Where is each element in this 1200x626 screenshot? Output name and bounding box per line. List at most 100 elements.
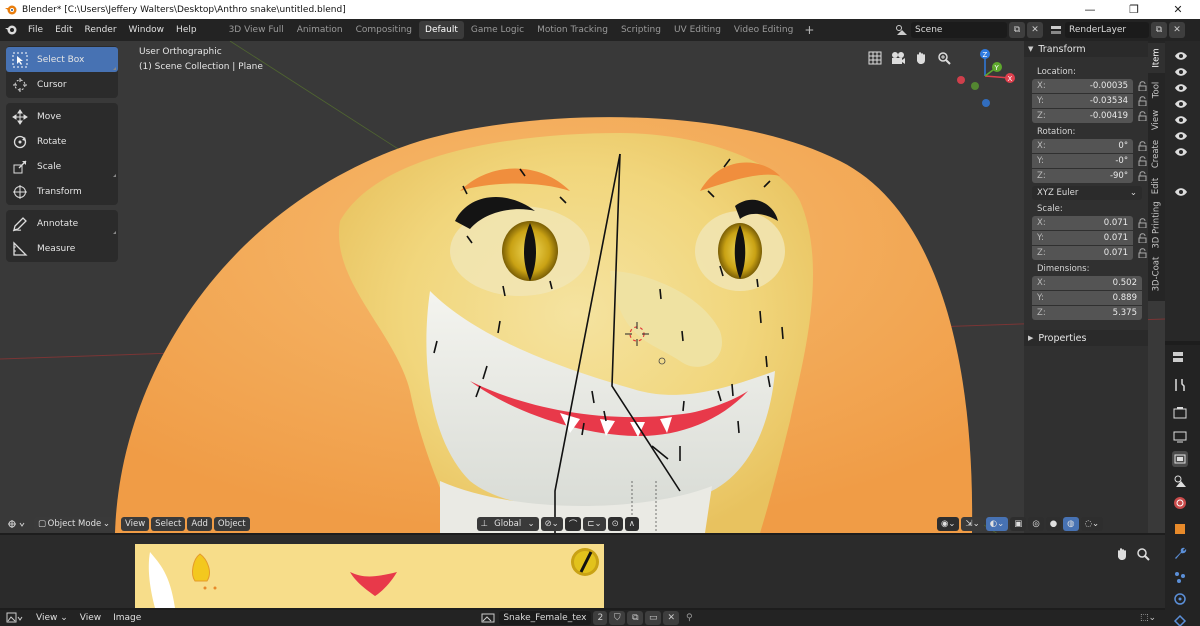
menu-edit[interactable]: Edit [49,19,78,41]
transform-panel-header[interactable]: ▼ Transform [1024,41,1148,57]
tab-default[interactable]: Default [419,21,464,39]
render-layer-field[interactable]: RenderLayer [1065,22,1149,38]
minimize-button[interactable]: — [1068,0,1112,19]
viewport-menu-view[interactable]: View [121,516,150,531]
overlay-toggle-icon[interactable]: ◐⌄ [985,516,1009,531]
shading-wireframe-icon[interactable]: ◎ [1028,516,1044,531]
sidebar-tab-edit[interactable]: Edit [1148,173,1165,199]
lock-icon[interactable] [1137,140,1148,152]
physics-icon[interactable] [1172,591,1188,607]
lock-icon[interactable] [1137,95,1148,107]
viewport-menu-add[interactable]: Add [187,516,212,531]
tab-animation[interactable]: Animation [291,21,349,39]
zoom-icon[interactable] [1134,545,1152,563]
snap-magnet-icon[interactable]: ⌒ [564,516,582,531]
pan-hand-icon[interactable] [1113,545,1131,563]
tab-game-logic[interactable]: Game Logic [465,21,530,39]
rotation-x-field[interactable]: X: 0° [1032,138,1134,153]
proportional-falloff-icon[interactable]: ∧ [624,516,639,531]
lock-icon[interactable] [1137,155,1148,167]
lock-icon[interactable] [1137,80,1148,92]
open-image-folder-icon[interactable]: ▭ [645,611,662,625]
move-tool[interactable]: Move [6,104,118,129]
tab-uv-editing[interactable]: UV Editing [668,21,727,39]
new-image-icon[interactable]: ⧉ [627,611,644,625]
image-view-menu-1[interactable]: View ⌄ [30,610,74,626]
dimensions-x-field[interactable]: X: 0.502 [1032,275,1142,290]
image-editor-type-icon[interactable] [0,612,30,624]
location-x-field[interactable]: X: -0.00035 [1032,78,1134,93]
lock-icon[interactable] [1137,217,1148,229]
fake-user-shield-icon[interactable]: ⛉ [609,611,626,625]
eye-icon[interactable] [1175,83,1187,93]
pan-hand-icon[interactable] [911,48,931,68]
lock-icon[interactable] [1137,232,1148,244]
annotate-tool[interactable]: Annotate [6,211,118,236]
image-view-menu-2[interactable]: View [74,610,107,626]
eye-icon[interactable] [1175,131,1187,141]
render-properties-icon[interactable] [1172,405,1188,421]
scale-z-field[interactable]: Z: 0.071 [1032,245,1134,260]
eye-icon[interactable] [1175,67,1187,77]
sidebar-tab-3d-coat[interactable]: 3D-Coat [1148,253,1165,295]
image-menu[interactable]: Image [107,610,147,626]
shading-rendered-icon[interactable]: ◌⌄ [1080,516,1104,531]
viewport-menu-object[interactable]: Object [213,516,250,531]
tool-settings-icon[interactable] [1172,377,1188,393]
scene-name-field[interactable]: Scene [911,22,1007,38]
scene-remove-icon[interactable]: ✕ [1027,22,1043,38]
sidebar-tab-3d-printing[interactable]: 3D Printing [1148,199,1165,251]
render-layer-icon[interactable] [1047,24,1065,36]
image-editor-mode-icon[interactable]: ⬚⌄ [1131,613,1165,623]
3d-viewport[interactable]: Z X Y User Orthographic (1) Scene Collec… [0,41,1165,533]
visibility-selectability-icon[interactable]: ◉⌄ [936,516,960,531]
view-layer-properties-icon[interactable] [1172,451,1188,467]
sidebar-tab-tool[interactable]: Tool [1148,75,1165,105]
dimensions-y-field[interactable]: Y: 0.889 [1032,290,1142,305]
scene-icon[interactable] [893,24,911,36]
unlink-image-icon[interactable]: ✕ [663,611,680,625]
eye-icon[interactable] [1175,115,1187,125]
menu-window[interactable]: Window [123,19,171,41]
toggle-grid-icon[interactable] [865,48,885,68]
add-workspace-button[interactable]: + [800,23,818,37]
eye-icon[interactable] [1175,51,1187,61]
viewport-menu-select[interactable]: Select [151,516,186,531]
camera-view-icon[interactable] [888,48,908,68]
texture-image-canvas[interactable] [135,544,604,608]
select-box-tool[interactable]: Select Box [6,47,118,72]
tab-scripting[interactable]: Scripting [615,21,667,39]
rotation-z-field[interactable]: Z: -90° [1032,168,1134,183]
sidebar-tab-item[interactable]: Item [1148,43,1165,73]
xray-toggle-icon[interactable]: ▣ [1010,516,1027,531]
eye-icon[interactable] [1175,187,1187,197]
image-browse-icon[interactable] [477,613,499,623]
particles-icon[interactable] [1172,569,1188,585]
location-z-field[interactable]: Z: -0.00419 [1032,108,1134,123]
scale-y-field[interactable]: Y: 0.071 [1032,230,1134,245]
cursor-tool[interactable]: Cursor [6,72,118,97]
pin-icon[interactable]: ⚲ [679,613,699,623]
blender-menu-button[interactable] [0,19,22,41]
dimensions-z-field[interactable]: Z: 5.375 [1032,305,1142,320]
navigation-gizmo[interactable]: Z X Y [957,49,1015,107]
rotate-tool[interactable]: Rotate [6,129,118,154]
pivot-point-icon[interactable]: ⊘⌄ [540,516,563,531]
editor-type-selector[interactable] [0,518,34,530]
tab-video-editing[interactable]: Video Editing [728,21,799,39]
shading-material-icon[interactable]: ◍ [1063,516,1079,531]
scale-x-field[interactable]: X: 0.071 [1032,215,1134,230]
scale-tool[interactable]: Scale [6,154,118,179]
rotation-y-field[interactable]: Y: -0° [1032,153,1134,168]
constraints-icon[interactable] [1172,613,1188,626]
tab-3d-view-full[interactable]: 3D View Full [223,21,290,39]
transform-tool[interactable]: Transform [6,179,118,204]
sidebar-tab-view[interactable]: View [1148,105,1165,135]
render-layer-remove-icon[interactable]: ✕ [1169,22,1185,38]
menu-file[interactable]: File [22,19,49,41]
lock-icon[interactable] [1137,170,1148,182]
output-properties-icon[interactable] [1172,429,1188,445]
menu-render[interactable]: Render [79,19,123,41]
image-name-field[interactable]: Snake_Female_tex [499,611,592,625]
render-layer-copy-icon[interactable]: ⧉ [1151,22,1167,38]
